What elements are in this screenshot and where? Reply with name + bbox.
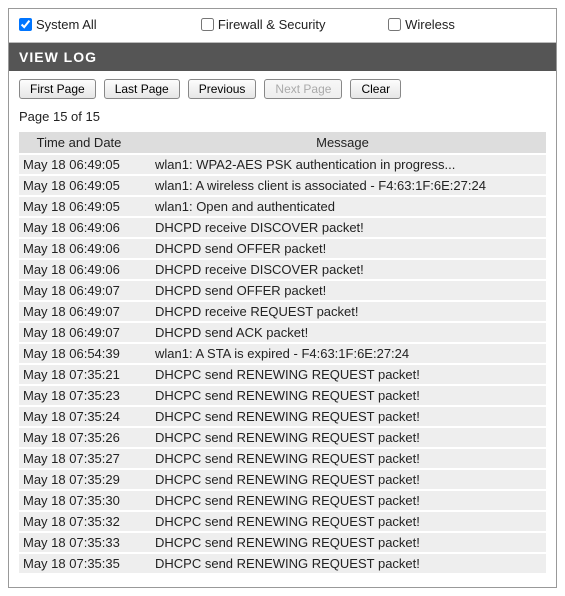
pagination-buttons: First Page Last Page Previous Next Page … bbox=[19, 79, 546, 99]
table-row: May 18 07:35:23DHCPC send RENEWING REQUE… bbox=[19, 385, 546, 406]
section-title: VIEW LOG bbox=[9, 43, 556, 71]
cell-message: DHCPD send OFFER packet! bbox=[139, 238, 546, 259]
cell-datetime: May 18 07:35:33 bbox=[19, 532, 139, 553]
cell-datetime: May 18 06:49:07 bbox=[19, 280, 139, 301]
cell-message: wlan1: A STA is expired - F4:63:1F:6E:27… bbox=[139, 343, 546, 364]
last-page-button[interactable]: Last Page bbox=[104, 79, 180, 99]
table-row: May 18 06:49:06DHCPD receive DISCOVER pa… bbox=[19, 259, 546, 280]
log-panel: System All Firewall & Security Wireless … bbox=[8, 8, 557, 588]
cell-message: wlan1: A wireless client is associated -… bbox=[139, 175, 546, 196]
cell-message: DHCPD send OFFER packet! bbox=[139, 280, 546, 301]
table-row: May 18 07:35:24DHCPC send RENEWING REQUE… bbox=[19, 406, 546, 427]
cell-message: DHCPC send RENEWING REQUEST packet! bbox=[139, 406, 546, 427]
filter-firewall-security-checkbox[interactable] bbox=[201, 18, 214, 31]
table-row: May 18 07:35:21DHCPC send RENEWING REQUE… bbox=[19, 364, 546, 385]
cell-message: DHCPC send RENEWING REQUEST packet! bbox=[139, 385, 546, 406]
cell-datetime: May 18 06:49:06 bbox=[19, 259, 139, 280]
filter-bar: System All Firewall & Security Wireless bbox=[9, 9, 556, 43]
cell-message: wlan1: Open and authenticated bbox=[139, 196, 546, 217]
cell-datetime: May 18 07:35:23 bbox=[19, 385, 139, 406]
filter-system-all[interactable]: System All bbox=[19, 17, 193, 32]
cell-message: DHCPD receive DISCOVER packet! bbox=[139, 217, 546, 238]
log-table: Time and Date Message May 18 06:49:05wla… bbox=[19, 132, 546, 575]
cell-datetime: May 18 07:35:35 bbox=[19, 553, 139, 574]
table-header-row: Time and Date Message bbox=[19, 132, 546, 154]
cell-datetime: May 18 06:49:07 bbox=[19, 301, 139, 322]
cell-datetime: May 18 06:49:05 bbox=[19, 196, 139, 217]
next-page-button: Next Page bbox=[264, 79, 342, 99]
cell-message: DHCPC send RENEWING REQUEST packet! bbox=[139, 553, 546, 574]
filter-wireless-checkbox[interactable] bbox=[388, 18, 401, 31]
filter-system-all-label: System All bbox=[36, 17, 97, 32]
table-row: May 18 07:35:33DHCPC send RENEWING REQUE… bbox=[19, 532, 546, 553]
filter-firewall-security-label: Firewall & Security bbox=[218, 17, 326, 32]
filter-system-all-checkbox[interactable] bbox=[19, 18, 32, 31]
cell-message: DHCPC send RENEWING REQUEST packet! bbox=[139, 532, 546, 553]
cell-message: DHCPC send RENEWING REQUEST packet! bbox=[139, 448, 546, 469]
cell-datetime: May 18 06:54:39 bbox=[19, 343, 139, 364]
table-row: May 18 06:49:06DHCPD receive DISCOVER pa… bbox=[19, 217, 546, 238]
cell-datetime: May 18 07:35:30 bbox=[19, 490, 139, 511]
table-row: May 18 06:49:07DHCPD send ACK packet! bbox=[19, 322, 546, 343]
cell-message: DHCPD receive DISCOVER packet! bbox=[139, 259, 546, 280]
clear-button[interactable]: Clear bbox=[350, 79, 401, 99]
cell-datetime: May 18 06:49:05 bbox=[19, 175, 139, 196]
filter-wireless-label: Wireless bbox=[405, 17, 455, 32]
cell-datetime: May 18 06:49:06 bbox=[19, 217, 139, 238]
first-page-button[interactable]: First Page bbox=[19, 79, 96, 99]
cell-message: DHCPC send RENEWING REQUEST packet! bbox=[139, 490, 546, 511]
log-content: First Page Last Page Previous Next Page … bbox=[9, 71, 556, 587]
table-row: May 18 07:35:26DHCPC send RENEWING REQUE… bbox=[19, 427, 546, 448]
filter-firewall-security[interactable]: Firewall & Security bbox=[201, 17, 380, 32]
table-row: May 18 07:35:29DHCPC send RENEWING REQUE… bbox=[19, 469, 546, 490]
cell-datetime: May 18 06:49:07 bbox=[19, 322, 139, 343]
filter-wireless[interactable]: Wireless bbox=[388, 17, 546, 32]
header-datetime: Time and Date bbox=[19, 132, 139, 154]
cell-datetime: May 18 07:35:27 bbox=[19, 448, 139, 469]
table-row: May 18 06:49:05wlan1: Open and authentic… bbox=[19, 196, 546, 217]
cell-datetime: May 18 07:35:29 bbox=[19, 469, 139, 490]
cell-datetime: May 18 06:49:06 bbox=[19, 238, 139, 259]
table-row: May 18 06:54:39wlan1: A STA is expired -… bbox=[19, 343, 546, 364]
page-indicator: Page 15 of 15 bbox=[19, 109, 546, 124]
cell-message: DHCPC send RENEWING REQUEST packet! bbox=[139, 364, 546, 385]
header-message: Message bbox=[139, 132, 546, 154]
previous-button[interactable]: Previous bbox=[188, 79, 257, 99]
table-row: May 18 07:35:27DHCPC send RENEWING REQUE… bbox=[19, 448, 546, 469]
table-row: May 18 07:35:30DHCPC send RENEWING REQUE… bbox=[19, 490, 546, 511]
cell-message: DHCPC send RENEWING REQUEST packet! bbox=[139, 469, 546, 490]
table-row: May 18 06:49:05wlan1: WPA2-AES PSK authe… bbox=[19, 154, 546, 175]
cell-datetime: May 18 07:35:24 bbox=[19, 406, 139, 427]
cell-datetime: May 18 06:49:05 bbox=[19, 154, 139, 175]
cell-datetime: May 18 07:35:21 bbox=[19, 364, 139, 385]
table-row: May 18 06:49:06DHCPD send OFFER packet! bbox=[19, 238, 546, 259]
table-row: May 18 06:49:05wlan1: A wireless client … bbox=[19, 175, 546, 196]
cell-message: DHCPD receive REQUEST packet! bbox=[139, 301, 546, 322]
cell-datetime: May 18 07:35:26 bbox=[19, 427, 139, 448]
cell-message: DHCPC send RENEWING REQUEST packet! bbox=[139, 427, 546, 448]
cell-message: wlan1: WPA2-AES PSK authentication in pr… bbox=[139, 154, 546, 175]
cell-message: DHCPD send ACK packet! bbox=[139, 322, 546, 343]
table-row: May 18 07:35:35DHCPC send RENEWING REQUE… bbox=[19, 553, 546, 574]
table-row: May 18 06:49:07DHCPD receive REQUEST pac… bbox=[19, 301, 546, 322]
table-row: May 18 06:49:07DHCPD send OFFER packet! bbox=[19, 280, 546, 301]
